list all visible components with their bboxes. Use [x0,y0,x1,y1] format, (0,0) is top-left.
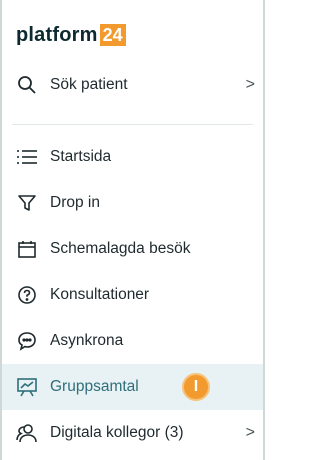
divider [12,124,253,125]
search-patient-item[interactable]: Sök patient > [16,62,265,108]
sidebar-item-label: Gruppsamtal [50,378,139,395]
sidebar-item-asynkrona[interactable]: Asynkrona [16,318,265,364]
sidebar-item-schemalagda-besok[interactable]: Schemalagda besök [16,226,265,272]
sidebar-item-label: Startsida [50,148,112,165]
sidebar-item-label: Konsultationer [50,286,150,303]
sidebar-item-drop-in[interactable]: Drop in [16,180,265,226]
sidebar-item-konsultationer[interactable]: Konsultationer [16,272,265,318]
presentation-icon [16,376,38,398]
sidebar-item-label: Digitala kollegor (3) [50,424,184,441]
sidebar-item-startsida[interactable]: Startsida [16,134,265,180]
chevron-right-icon: > [245,424,255,441]
logo-badge: 24 [99,24,126,46]
sidebar-item-gruppsamtal[interactable]: Gruppsamtal I [2,364,263,410]
funnel-icon [16,192,38,214]
sidebar-item-label: Schemalagda besök [50,240,191,257]
search-icon [16,74,38,96]
chevron-right-icon: > [245,76,255,93]
sidebar-item-label: Asynkrona [50,332,124,349]
calendar-icon [16,238,38,260]
sidebar-item-digitala-kollegor[interactable]: Digitala kollegor (3) > [16,410,265,456]
logo-text: platform [16,23,98,46]
notification-badge: I [182,373,210,401]
sidebar-border-right [263,0,265,460]
logo[interactable]: platform 24 [16,22,126,48]
list-icon [16,146,38,168]
question-circle-icon [16,284,38,306]
sidebar-item-label: Drop in [50,194,100,211]
sidebar: platform 24 Sök patient > Startsida Drop… [0,0,265,460]
chat-bubble-icon [16,330,38,352]
search-patient-label: Sök patient [50,76,128,93]
users-icon [16,422,38,444]
